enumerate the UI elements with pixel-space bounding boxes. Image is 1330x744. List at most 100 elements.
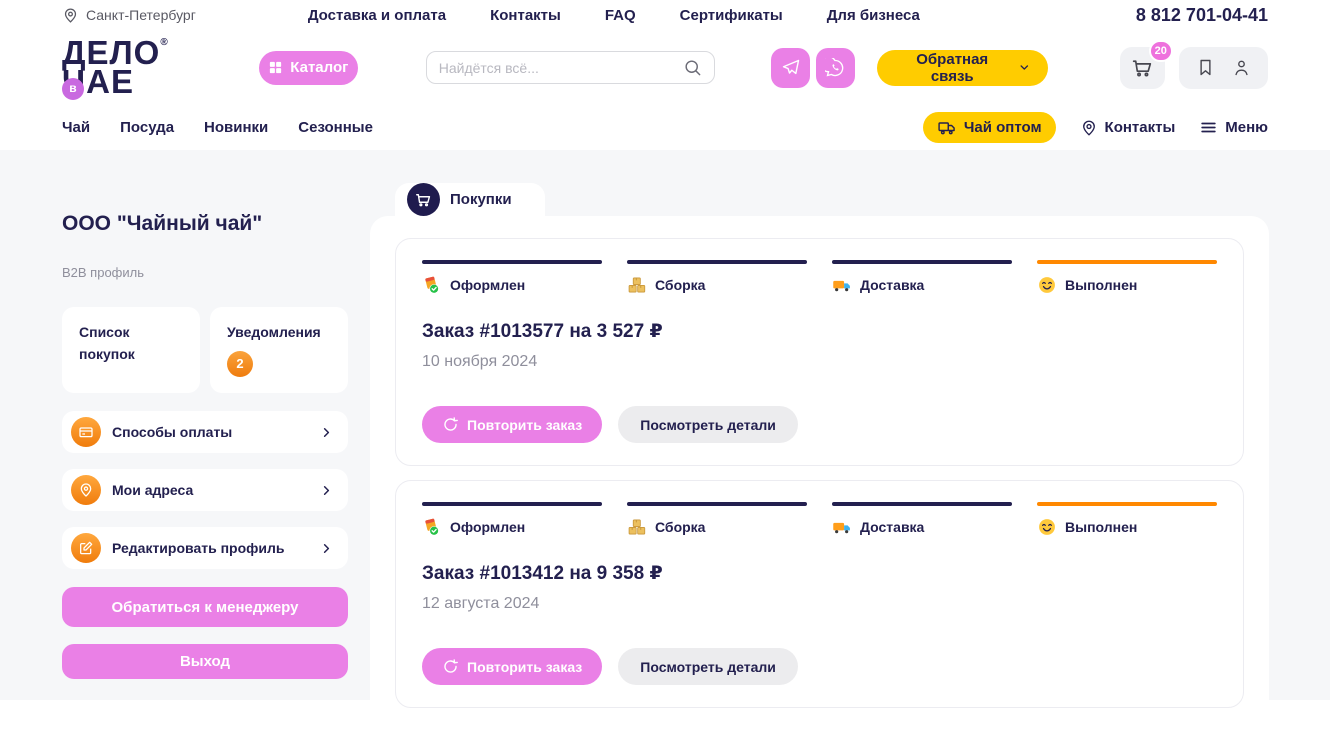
bookmark-icon	[1195, 57, 1216, 78]
purchases-content: Покупки Оформлен	[370, 150, 1269, 700]
order-title: Заказ #1013577 на 3 527 ₽	[422, 320, 1217, 343]
telegram-button[interactable]	[771, 48, 810, 88]
feedback-button[interactable]: Обратная связь	[877, 50, 1049, 86]
nav-item-seasonal[interactable]: Сезонные	[298, 119, 373, 136]
nav-item-tea[interactable]: Чай	[62, 119, 90, 136]
repeat-order-button[interactable]: Повторить заказ	[422, 406, 602, 443]
orders-panel: Оформлен Сборка Дост	[370, 216, 1269, 744]
topbar-link-business[interactable]: Для бизнеса	[827, 7, 920, 24]
site-header: Санкт-Петербург Доставка и оплата Контак…	[0, 0, 1330, 150]
notifications-label: Уведомления	[227, 322, 331, 344]
truck-icon	[937, 118, 957, 138]
step-progress-line	[422, 502, 602, 506]
order-card: Оформлен Сборка Дост	[395, 480, 1244, 708]
search-icon[interactable]	[683, 58, 702, 77]
repeat-order-label: Повторить заказ	[467, 659, 582, 675]
catalog-label: Каталог	[290, 59, 348, 76]
profile-sidebar: ООО "Чайный чай" B2B профиль Список поку…	[62, 150, 348, 700]
category-nav: Чай Посуда Новинки Сезонные Чай оптом Ко…	[62, 105, 1268, 150]
order-date: 12 августа 2024	[422, 595, 1217, 613]
cart-button[interactable]: 20	[1120, 47, 1165, 89]
order-actions: Повторить заказ Посмотреть детали	[422, 406, 1217, 443]
contacts-link[interactable]: Контакты	[1080, 119, 1176, 137]
view-details-button[interactable]: Посмотреть детали	[618, 406, 798, 443]
hamburger-icon	[1199, 118, 1218, 137]
order-title: Заказ #1013412 на 9 358 ₽	[422, 562, 1217, 585]
search-bar	[426, 51, 716, 84]
step-progress-line	[627, 260, 807, 264]
repeat-order-label: Повторить заказ	[467, 417, 582, 433]
contact-manager-button[interactable]: Обратиться к менеджеру	[62, 587, 348, 627]
notifications-count-badge: 2	[227, 351, 253, 377]
topbar-link-faq[interactable]: FAQ	[605, 7, 636, 24]
sidebar-item-edit-profile[interactable]: Редактировать профиль	[62, 527, 348, 569]
step-delivery: Доставка	[832, 260, 1012, 295]
step-label: Сборка	[655, 519, 705, 535]
smiley-icon	[1037, 517, 1057, 537]
step-completed: Выполнен	[1037, 260, 1217, 295]
sidebar-menu: Способы оплаты Мои адреса Редактировать …	[62, 411, 348, 569]
nav-item-dishes[interactable]: Посуда	[120, 119, 174, 136]
sidebar-tabs: Список покупок Уведомления 2	[62, 307, 348, 393]
phone-number[interactable]: 8 812 701-04-41	[1136, 5, 1268, 26]
sidebar-item-payment-methods[interactable]: Способы оплаты	[62, 411, 348, 453]
step-delivery: Доставка	[832, 502, 1012, 537]
repeat-order-button[interactable]: Повторить заказ	[422, 648, 602, 685]
topbar-nav: Доставка и оплата Контакты FAQ Сертифика…	[308, 7, 920, 24]
step-label: Сборка	[655, 277, 705, 293]
menu-button[interactable]: Меню	[1199, 118, 1268, 137]
favorites-button[interactable]	[1195, 57, 1216, 78]
company-name: ООО "Чайный чай"	[62, 212, 348, 236]
step-progress-line	[627, 502, 807, 506]
step-label: Оформлен	[450, 277, 525, 293]
refresh-icon	[442, 416, 459, 433]
step-assembly: Сборка	[627, 502, 807, 537]
catalog-button[interactable]: Каталог	[259, 51, 358, 85]
menu-label: Меню	[1225, 119, 1268, 136]
whatsapp-icon	[825, 58, 845, 78]
profile-button[interactable]	[1231, 57, 1252, 78]
wholesale-label: Чай оптом	[964, 119, 1042, 136]
step-label: Доставка	[860, 519, 924, 535]
payment-card-icon	[71, 417, 101, 447]
chevron-right-icon	[319, 483, 334, 498]
step-label: Оформлен	[450, 519, 525, 535]
whatsapp-button[interactable]	[816, 48, 855, 88]
logo-v-badge: в	[62, 78, 84, 100]
view-details-button[interactable]: Посмотреть детали	[618, 648, 798, 685]
sidebar-item-my-addresses[interactable]: Мои адреса	[62, 469, 348, 511]
search-input[interactable]	[439, 60, 684, 76]
tab-purchases[interactable]: Покупки	[395, 183, 545, 216]
refresh-icon	[442, 658, 459, 675]
step-label: Выполнен	[1065, 277, 1137, 293]
note-check-icon	[422, 275, 442, 295]
logo-registered-mark: ®	[160, 37, 168, 48]
tab-shopping-list[interactable]: Список покупок	[62, 307, 200, 393]
step-progress-line-active	[1037, 502, 1217, 506]
grid-icon	[268, 60, 283, 75]
topbar-link-certificates[interactable]: Сертификаты	[680, 7, 783, 24]
step-created: Оформлен	[422, 260, 602, 295]
step-progress-line	[832, 260, 1012, 264]
purchases-tab-label: Покупки	[450, 191, 512, 208]
city-selector[interactable]: Санкт-Петербург	[62, 7, 196, 24]
topbar-link-contacts[interactable]: Контакты	[490, 7, 561, 24]
account-group	[1179, 47, 1268, 89]
topbar-link-delivery[interactable]: Доставка и оплата	[308, 7, 446, 24]
tab-notifications[interactable]: Уведомления 2	[210, 307, 348, 393]
main-area: ООО "Чайный чай" B2B профиль Список поку…	[0, 150, 1330, 700]
shopping-list-label: Список покупок	[79, 322, 183, 365]
nav-item-new[interactable]: Новинки	[204, 119, 268, 136]
edit-profile-icon	[71, 533, 101, 563]
step-completed: Выполнен	[1037, 502, 1217, 537]
purchases-cart-icon	[407, 183, 440, 216]
sidebar-item-label: Редактировать профиль	[112, 540, 319, 556]
person-icon	[1231, 57, 1252, 78]
category-links: Чай Посуда Новинки Сезонные	[62, 119, 373, 136]
order-card: Оформлен Сборка Дост	[395, 238, 1244, 466]
wholesale-button[interactable]: Чай оптом	[923, 112, 1056, 143]
logo[interactable]: ДЕЛО® ЧАЕ в	[62, 39, 189, 95]
logout-button[interactable]: Выход	[62, 644, 348, 679]
delivery-truck-icon	[832, 275, 852, 295]
location-pin-icon	[1080, 119, 1098, 137]
